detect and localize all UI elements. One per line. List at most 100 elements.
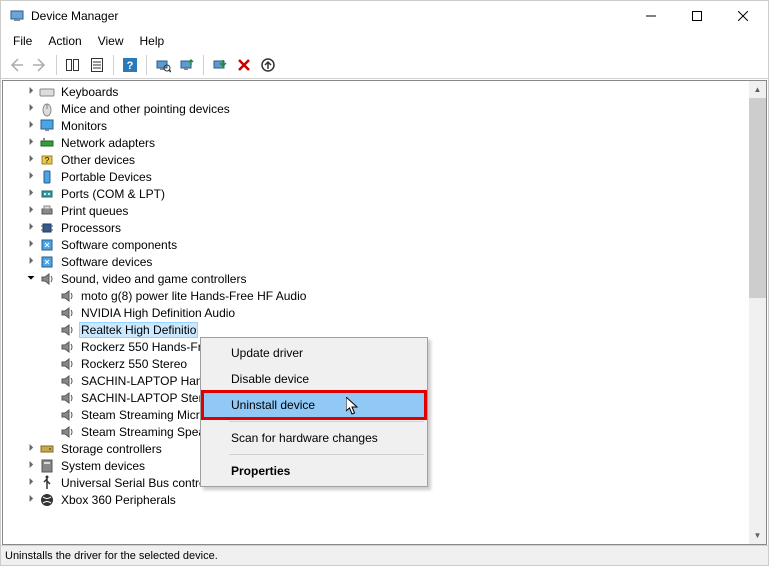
scrollbar-thumb[interactable] [749,98,766,298]
tree-device[interactable]: moto g(8) power lite Hands-Free HF Audio [3,287,749,304]
menu-separator [229,421,424,422]
device-label: NVIDIA High Definition Audio [79,306,237,320]
tree-category[interactable]: ⏵? Other devices [3,151,749,168]
svg-text:?: ? [45,156,50,165]
scroll-down-button[interactable]: ▼ [749,527,766,544]
expand-icon[interactable]: ⏵ [23,186,39,202]
portable-icon [39,169,55,185]
statusbar: Uninstalls the driver for the selected d… [1,545,768,565]
svg-text:?: ? [127,60,134,72]
expand-icon[interactable]: ⏵ [23,169,39,185]
tree-device[interactable]: NVIDIA High Definition Audio [3,304,749,321]
sound-icon [59,322,75,338]
sound-icon [59,339,75,355]
menu-item[interactable]: Scan for hardware changes [203,425,425,451]
expand-icon[interactable]: ⏵ [23,84,39,100]
app-icon [9,8,25,24]
monitor-icon [39,118,55,134]
toolbar-separator [203,55,204,75]
expand-icon[interactable]: ⏵ [23,237,39,253]
disable-button[interactable] [209,54,231,76]
back-button[interactable] [5,54,27,76]
tree-category[interactable]: ⏷Sound, video and game controllers [3,270,749,287]
menu-help[interactable]: Help [132,32,173,50]
category-label: Software devices [59,255,154,269]
enable-button[interactable] [257,54,279,76]
menu-item[interactable]: Update driver [203,340,425,366]
menu-file[interactable]: File [5,32,40,50]
minimize-button[interactable] [628,1,674,31]
help-button[interactable]: ? [119,54,141,76]
tree-category[interactable]: ⏵Processors [3,219,749,236]
mouse-icon [39,101,55,117]
expand-icon[interactable]: ⏵ [23,458,39,474]
expand-icon[interactable]: ⏵ [23,254,39,270]
cpu-icon [39,220,55,236]
sound-icon [39,271,55,287]
expand-icon[interactable]: ⏵ [23,492,39,508]
collapse-icon[interactable]: ⏷ [23,271,39,287]
menu-item[interactable]: Uninstall device [202,391,426,419]
keyboard-icon [39,84,55,100]
network-icon [39,135,55,151]
device-label: Rockerz 550 Hands-Fr [79,340,204,354]
usb-icon [39,475,55,491]
category-label: Mice and other pointing devices [59,102,232,116]
menu-item[interactable]: Properties [203,458,425,484]
tree-category[interactable]: ⏵Print queues [3,202,749,219]
properties-button[interactable] [86,54,108,76]
forward-button[interactable] [29,54,51,76]
tree-category[interactable]: ⏵ Monitors [3,117,749,134]
category-label: System devices [59,459,147,473]
software-icon [39,254,55,270]
update-driver-button[interactable] [176,54,198,76]
scroll-up-button[interactable]: ▲ [749,81,766,98]
show-hide-tree-button[interactable] [62,54,84,76]
close-button[interactable] [720,1,766,31]
expand-icon[interactable]: ⏵ [23,101,39,117]
tree-category[interactable]: ⏵ Software components [3,236,749,253]
tree-category[interactable]: ⏵ Network adapters [3,134,749,151]
expand-icon[interactable]: ⏵ [23,475,39,491]
expand-icon[interactable]: ⏵ [23,220,39,236]
software-icon [39,237,55,253]
category-label: Software components [59,238,179,252]
category-label: Monitors [59,119,109,133]
expand-icon[interactable]: ⏵ [23,118,39,134]
sound-icon [59,305,75,321]
toolbar-separator [56,55,57,75]
tree-category[interactable]: ⏵ Keyboards [3,83,749,100]
uninstall-button[interactable] [233,54,255,76]
system-icon [39,458,55,474]
tree-device[interactable]: Realtek High Definitio [3,321,749,338]
menu-item[interactable]: Disable device [203,366,425,392]
context-menu: Update driverDisable deviceUninstall dev… [200,337,428,487]
window-title: Device Manager [31,9,628,23]
maximize-button[interactable] [674,1,720,31]
menu-action[interactable]: Action [40,32,89,50]
vertical-scrollbar[interactable]: ▲ ▼ [749,81,766,544]
expand-icon[interactable]: ⏵ [23,441,39,457]
expand-icon[interactable]: ⏵ [23,135,39,151]
device-label: Rockerz 550 Stereo [79,357,189,371]
tree-category[interactable]: ⏵ Mice and other pointing devices [3,100,749,117]
category-label: Storage controllers [59,442,164,456]
expand-icon[interactable]: ⏵ [23,152,39,168]
scan-hardware-button[interactable] [152,54,174,76]
tree-category[interactable]: ⏵ Xbox 360 Peripherals [3,491,749,508]
expand-icon[interactable]: ⏵ [23,203,39,219]
device-label: SACHIN-LAPTOP Ster [79,391,205,405]
category-label: Network adapters [59,136,157,150]
category-label: Other devices [59,153,137,167]
category-label: Xbox 360 Peripherals [59,493,178,507]
menu-view[interactable]: View [90,32,132,50]
category-label: Portable Devices [59,170,154,184]
category-label: Keyboards [59,85,120,99]
statusbar-text: Uninstalls the driver for the selected d… [5,550,218,562]
tree-category[interactable]: ⏵ Portable Devices [3,168,749,185]
sound-icon [59,373,75,389]
tree-category[interactable]: ⏵ Software devices [3,253,749,270]
sound-icon [59,288,75,304]
sound-icon [59,390,75,406]
tree-category[interactable]: ⏵Ports (COM & LPT) [3,185,749,202]
